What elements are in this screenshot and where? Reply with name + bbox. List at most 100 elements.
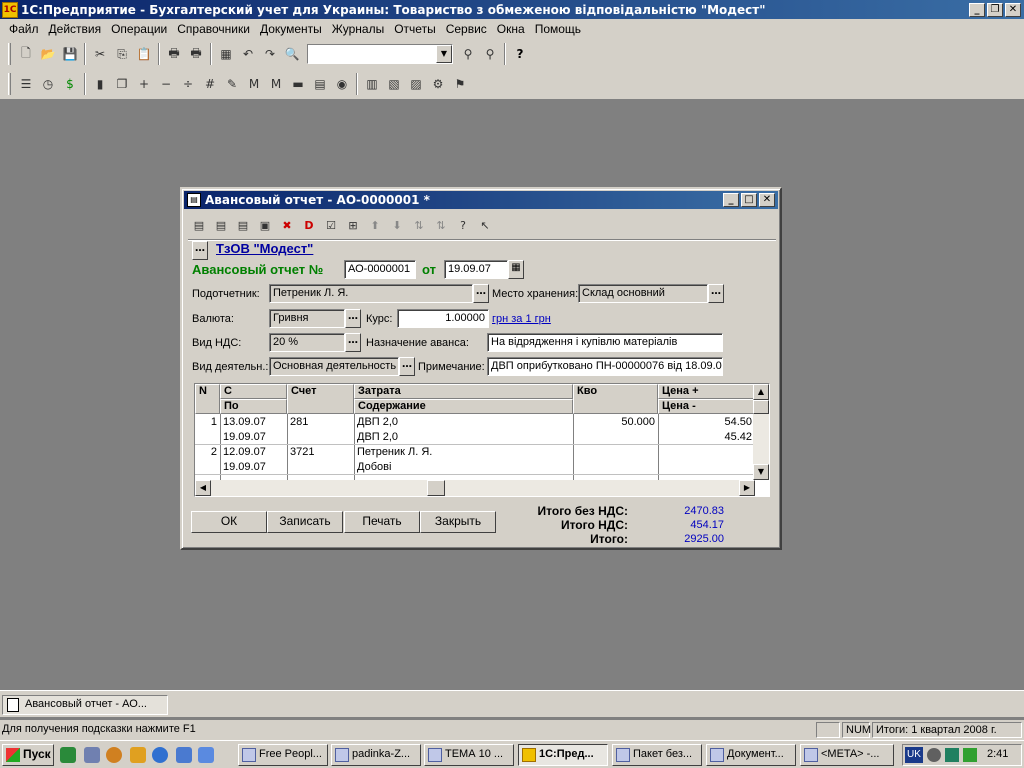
settings-icon[interactable]: ⚙ xyxy=(427,73,449,95)
task-paket[interactable]: Пакет без... xyxy=(612,744,702,766)
calculator-icon[interactable]: ▦ xyxy=(215,43,237,65)
book-icon[interactable]: ▮ xyxy=(89,73,111,95)
task-tema[interactable]: ТЕМА 10 ... xyxy=(424,744,514,766)
ie-icon[interactable] xyxy=(152,747,168,763)
ledger-icon[interactable]: M xyxy=(243,73,265,95)
clock-icon[interactable]: ◷ xyxy=(37,73,59,95)
row1-from[interactable]: 13.09.07 xyxy=(220,415,287,429)
paste-icon[interactable]: 📋 xyxy=(133,43,155,65)
vat-select-button[interactable]: … xyxy=(345,333,361,352)
save-button[interactable]: Записать xyxy=(267,511,343,533)
calendar-icon[interactable]: ▦ xyxy=(508,260,524,279)
row2-to[interactable]: 19.09.07 xyxy=(220,460,287,474)
accountable-field[interactable]: Петреник Л. Я. xyxy=(269,284,473,303)
expense-table[interactable]: N С По Счет Затрата Содержание Кво Цена … xyxy=(194,383,770,497)
dialog-titlebar[interactable]: ▤ Авансовый отчет - АО-0000001 * _ □ ✕ xyxy=(184,191,778,209)
row2-content[interactable]: Добові xyxy=(354,460,573,474)
select-icon[interactable]: ☑ xyxy=(320,214,342,236)
delete-row-icon[interactable]: ✖ xyxy=(276,214,298,236)
copy-row-icon[interactable]: ▤ xyxy=(232,214,254,236)
find-icon[interactable]: 🔍 xyxy=(281,43,303,65)
menu-operations[interactable]: Операции xyxy=(106,22,172,36)
doc-tab-advance-report[interactable]: Авансовый отчет - АО... xyxy=(2,695,168,715)
horizontal-scrollbar[interactable]: ◀ ▶ xyxy=(195,480,755,496)
tray-app-icon[interactable] xyxy=(945,748,959,762)
context-help-icon[interactable]: ↖ xyxy=(474,214,496,236)
scroll-up-icon[interactable]: ▲ xyxy=(753,384,769,400)
arrow-down-icon[interactable]: ⬇ xyxy=(386,214,408,236)
ledger-icon[interactable]: M xyxy=(265,73,287,95)
row1-content[interactable]: ДВП 2,0 xyxy=(354,430,573,444)
vat-field[interactable]: 20 % xyxy=(269,333,345,352)
toolbar-grip[interactable] xyxy=(8,43,11,65)
report2-icon[interactable]: ▨ xyxy=(405,73,427,95)
row2-cost[interactable]: Петреник Л. Я. xyxy=(354,445,573,459)
row2-account[interactable]: 3721 xyxy=(287,445,354,459)
row2-n[interactable]: 2 xyxy=(195,445,220,459)
row1-qty[interactable]: 50.000 xyxy=(573,415,658,429)
row1-to[interactable]: 19.09.07 xyxy=(220,430,287,444)
divide-icon[interactable]: ÷ xyxy=(177,73,199,95)
hash-icon[interactable]: # xyxy=(199,73,221,95)
cut-icon[interactable]: ✂ xyxy=(89,43,111,65)
scroll-right-icon[interactable]: ▶ xyxy=(739,480,755,496)
folder-icon[interactable]: ▬ xyxy=(287,73,309,95)
app-quicklaunch-icon[interactable] xyxy=(130,747,146,763)
copy-doc-icon[interactable]: ❐ xyxy=(111,73,133,95)
menu-file[interactable]: Файл xyxy=(4,22,44,36)
table-icon[interactable]: ▤ xyxy=(309,73,331,95)
menu-actions[interactable]: Действия xyxy=(44,22,107,36)
print-preview-icon[interactable]: 🖶 xyxy=(185,43,207,65)
storage-field[interactable]: Склад основний xyxy=(578,284,708,303)
media-player-icon[interactable] xyxy=(106,747,122,763)
menu-journals[interactable]: Журналы xyxy=(327,22,389,36)
filter-icon[interactable]: ⚑ xyxy=(449,73,471,95)
journal-icon[interactable]: ☰ xyxy=(15,73,37,95)
org-link[interactable]: ТзОВ "Модест" xyxy=(216,241,313,256)
insert-row-icon[interactable]: ▤ xyxy=(210,214,232,236)
dx-icon[interactable]: D xyxy=(298,214,320,236)
currency-field[interactable]: Гривня xyxy=(269,309,345,328)
network-icon[interactable] xyxy=(198,747,214,763)
scroll-left-icon[interactable]: ◀ xyxy=(195,480,211,496)
col-content-header[interactable]: Содержание xyxy=(354,399,573,414)
purpose-field[interactable]: На відрядження і купівлю матеріалів xyxy=(487,333,723,352)
task-padinka[interactable]: padinka-Z... xyxy=(331,744,421,766)
task-1c[interactable]: 1С:Пред... xyxy=(518,744,608,766)
toolbar-grip[interactable] xyxy=(8,73,11,95)
edit-row-icon[interactable]: ▣ xyxy=(254,214,276,236)
task-meta[interactable]: <META> -... xyxy=(800,744,894,766)
redo-icon[interactable]: ↷ xyxy=(259,43,281,65)
col-qty-header[interactable]: Кво xyxy=(573,384,658,414)
globe-icon[interactable]: ◉ xyxy=(331,73,353,95)
activity-field[interactable]: Основная деятельность xyxy=(269,357,399,376)
col-n-header[interactable]: N xyxy=(195,384,220,414)
plus-icon[interactable]: + xyxy=(133,73,155,95)
col-from-header[interactable]: С xyxy=(220,384,287,399)
minus-icon[interactable]: − xyxy=(155,73,177,95)
ok-button[interactable]: ОК xyxy=(191,511,267,533)
col-to-header[interactable]: По xyxy=(220,399,287,414)
row1-price-plus[interactable]: 54.50 xyxy=(658,415,755,429)
search-combo[interactable]: ▼ xyxy=(307,44,453,64)
row1-price-minus[interactable]: 45.42 xyxy=(658,430,755,444)
scroll-down-icon[interactable]: ▼ xyxy=(753,464,769,480)
fill-icon[interactable]: ⊞ xyxy=(342,214,364,236)
sort-asc-icon[interactable]: ⇅ xyxy=(408,214,430,236)
print-button[interactable]: Печать xyxy=(344,511,420,533)
save-icon[interactable]: 💾 xyxy=(59,43,81,65)
rate-link[interactable]: грн за 1 грн xyxy=(492,313,551,325)
menu-documents[interactable]: Документы xyxy=(255,22,327,36)
start-button[interactable]: Пуск xyxy=(2,744,54,766)
row1-account[interactable]: 281 xyxy=(287,415,354,429)
dialog-maximize-button[interactable]: □ xyxy=(741,193,757,207)
help-icon[interactable]: ? xyxy=(452,214,474,236)
rate-field[interactable]: 1.00000 xyxy=(397,309,489,328)
menu-windows[interactable]: Окна xyxy=(492,22,530,36)
language-indicator[interactable]: UK xyxy=(905,747,923,763)
col-cost-header[interactable]: Затрата xyxy=(354,384,573,399)
row1-cost[interactable]: ДВП 2,0 xyxy=(354,415,573,429)
outlook-icon[interactable] xyxy=(176,747,192,763)
minimize-button[interactable]: _ xyxy=(969,2,985,17)
date-field[interactable]: 19.09.07 xyxy=(444,260,508,279)
